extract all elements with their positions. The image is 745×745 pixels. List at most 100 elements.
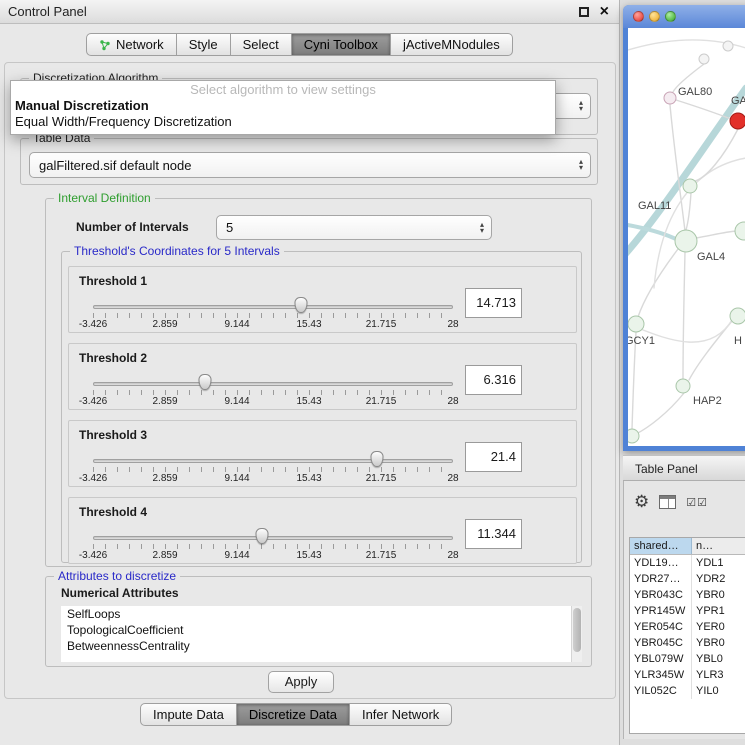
network-node[interactable] [664, 92, 676, 104]
network-node[interactable] [723, 41, 733, 51]
close-traffic-icon[interactable] [633, 11, 644, 22]
tab-select[interactable]: Select [231, 33, 292, 56]
interval-definition-group: Interval Definition Number of Intervals … [45, 198, 592, 567]
attributes-scrollbar[interactable] [571, 606, 582, 662]
network-edge[interactable] [670, 105, 685, 231]
tab-discretize-data[interactable]: Discretize Data [237, 703, 350, 726]
checkboxes-icon[interactable]: ☑☑ [686, 496, 708, 509]
tick-label: 2.859 [152, 396, 177, 407]
attributes-list-items: SelfLoopsTopologicalCoefficientBetweenne… [61, 606, 582, 654]
slider-tick-labels: -3.4262.8599.14415.4321.71528 [93, 550, 453, 562]
tab-label: jActiveMNodules [403, 37, 500, 52]
network-window-titlebar[interactable] [623, 5, 745, 28]
table-panel-toolbar: ⚙ ☑☑ [634, 489, 708, 515]
threshold-value-field[interactable]: 11.344 [465, 519, 522, 549]
table-data-combobox[interactable]: galFiltered.sif default node ▴▾ [29, 152, 591, 178]
network-edge[interactable] [696, 231, 736, 238]
slider-track[interactable] [93, 536, 453, 540]
tick-label: 28 [447, 473, 458, 484]
table-row[interactable]: YBR043CYBR0 [630, 587, 745, 603]
tick-label: -3.426 [79, 473, 107, 484]
slider-thumb[interactable] [198, 374, 211, 390]
threshold-panel: Threshold 3 -3.4262.8599.14415.4321.7152… [68, 420, 577, 487]
network-node[interactable] [699, 54, 709, 64]
network-node[interactable] [730, 308, 745, 324]
slider-tick-labels: -3.4262.8599.14415.4321.71528 [93, 396, 453, 408]
threshold-value-field[interactable]: 14.713 [465, 288, 522, 318]
table-row[interactable]: YER054CYER0 [630, 619, 745, 635]
float-icon[interactable] [579, 7, 589, 17]
zoom-traffic-icon[interactable] [665, 11, 676, 22]
number-of-intervals-combobox[interactable]: 5 ▴▾ [216, 215, 492, 240]
threshold-value-field[interactable]: 6.316 [465, 365, 522, 395]
tab-label: Network [116, 37, 164, 52]
network-edge[interactable] [654, 158, 745, 288]
network-node[interactable] [735, 222, 745, 240]
network-node[interactable] [628, 316, 644, 332]
table-panel-window: ⚙ ☑☑ shared…n… YDL19…YDL1YDR27…YDR2YBR04… [623, 481, 745, 739]
slider-thumb[interactable] [294, 297, 307, 313]
algorithm-option[interactable]: Equal Width/Frequency Discretization [11, 114, 555, 130]
network-edge[interactable] [683, 252, 685, 379]
network-node-label: GA [731, 95, 745, 107]
algorithm-option[interactable]: Manual Discretization [11, 98, 555, 114]
control-panel-titlebar[interactable]: Control Panel × [0, 0, 619, 24]
attribute-item[interactable]: BetweennessCentrality [61, 638, 582, 654]
table-column-header[interactable]: n… [692, 538, 745, 554]
attribute-item[interactable]: TopologicalCoefficient [61, 622, 582, 638]
network-edge[interactable] [686, 193, 691, 230]
threshold-label: Threshold 4 [79, 505, 147, 519]
network-node[interactable] [676, 379, 690, 393]
bottom-tab-bar: Impute DataDiscretize DataInfer Network [140, 703, 452, 726]
network-node[interactable] [730, 113, 745, 129]
network-view-window[interactable]: GAL80GAGAL11GAL4GCY1HHAP2 [623, 5, 745, 451]
threshold-slider[interactable]: -3.4262.8599.14415.4321.71528 [93, 449, 453, 487]
table-column-header[interactable]: shared… [630, 538, 692, 554]
slider-ticks [93, 313, 453, 318]
network-edge[interactable] [676, 100, 731, 119]
tick-label: 28 [447, 319, 458, 330]
table-row[interactable]: YIL052CYIL0 [630, 683, 745, 699]
tab-impute-data[interactable]: Impute Data [140, 703, 237, 726]
slider-track[interactable] [93, 382, 453, 386]
table-row[interactable]: YPR145WYPR1 [630, 603, 745, 619]
network-node[interactable] [628, 429, 639, 443]
gear-icon[interactable]: ⚙ [634, 492, 649, 512]
table-cell: YBR0 [692, 587, 745, 603]
slider-thumb[interactable] [256, 528, 269, 544]
tab-infer-network[interactable]: Infer Network [350, 703, 452, 726]
network-edge[interactable] [689, 321, 732, 380]
attribute-item[interactable]: SelfLoops [61, 606, 582, 622]
threshold-value-field[interactable]: 21.4 [465, 442, 522, 472]
network-node[interactable] [683, 179, 697, 193]
slider-track[interactable] [93, 459, 453, 463]
columns-icon[interactable] [659, 495, 676, 509]
table-cell: YBL079W [630, 651, 692, 667]
scrollbar-thumb[interactable] [573, 608, 581, 652]
tab-style[interactable]: Style [177, 33, 231, 56]
slider-thumb[interactable] [371, 451, 384, 467]
table-cell: YER054C [630, 619, 692, 635]
network-node-label: HAP2 [693, 395, 722, 407]
table-row[interactable]: YBR045CYBR0 [630, 635, 745, 651]
network-node[interactable] [675, 230, 697, 252]
table-row[interactable]: YDR27…YDR2 [630, 571, 745, 587]
apply-button[interactable]: Apply [268, 671, 334, 693]
table-row[interactable]: YLR345WYLR3 [630, 667, 745, 683]
table-row[interactable]: YDL19…YDL1 [630, 555, 745, 571]
threshold-slider[interactable]: -3.4262.8599.14415.4321.71528 [93, 526, 453, 564]
network-canvas[interactable]: GAL80GAGAL11GAL4GCY1HHAP2 [628, 28, 745, 446]
threshold-slider[interactable]: -3.4262.8599.14415.4321.71528 [93, 372, 453, 410]
network-edge[interactable] [636, 393, 684, 434]
minimize-traffic-icon[interactable] [649, 11, 660, 22]
table-row[interactable]: YBL079WYBL0 [630, 651, 745, 667]
attributes-list[interactable]: SelfLoopsTopologicalCoefficientBetweenne… [61, 606, 582, 662]
tab-cyni-toolbox[interactable]: Cyni Toolbox [292, 33, 391, 56]
close-icon[interactable]: × [600, 2, 609, 22]
tab-network[interactable]: Network [86, 33, 177, 56]
slider-track[interactable] [93, 305, 453, 309]
table-panel-titlebar[interactable]: Table Panel [623, 455, 745, 481]
slider-ticks [93, 467, 453, 472]
threshold-slider[interactable]: -3.4262.8599.14415.4321.71528 [93, 295, 453, 333]
tab-jactivemnodules[interactable]: jActiveMNodules [391, 33, 513, 56]
